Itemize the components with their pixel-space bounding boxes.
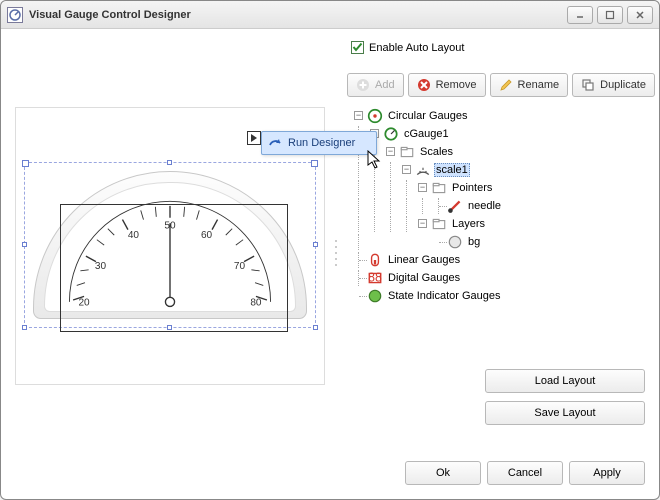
app-icon: [7, 7, 23, 23]
auto-layout-row[interactable]: Enable Auto Layout: [351, 41, 645, 54]
folder-icon: [431, 180, 447, 196]
plus-icon: [356, 78, 370, 92]
cancel-button[interactable]: Cancel: [487, 461, 563, 485]
folder-icon: [431, 216, 447, 232]
tree-digital[interactable]: 88 Digital Gauges: [351, 269, 645, 287]
scale-icon: [415, 162, 431, 178]
close-button[interactable]: [627, 6, 653, 24]
digital-gauge-icon: 88: [367, 270, 383, 286]
rename-button[interactable]: Rename: [490, 73, 569, 97]
layer-icon: [447, 234, 463, 250]
tree-scale1[interactable]: − scale1: [351, 161, 645, 179]
state-indicator-icon: [367, 288, 383, 304]
gauge-tree[interactable]: − Circular Gauges − cGauge1 − Scales: [351, 107, 645, 335]
auto-layout-label: Enable Auto Layout: [369, 42, 464, 54]
tree-pointers[interactable]: − Pointers: [351, 179, 645, 197]
scale-selection-rect[interactable]: [60, 204, 288, 332]
svg-text:88: 88: [368, 270, 382, 284]
duplicate-button[interactable]: Duplicate: [572, 73, 655, 97]
auto-layout-checkbox[interactable]: [351, 41, 364, 54]
tree-root-circular[interactable]: − Circular Gauges: [351, 107, 645, 125]
ok-button[interactable]: Ok: [405, 461, 481, 485]
linear-gauge-icon: [367, 252, 383, 268]
tree-scales[interactable]: − Scales: [351, 143, 645, 161]
designer-window: Visual Gauge Control Designer Enable Aut…: [0, 0, 660, 500]
save-layout-button[interactable]: Save Layout: [485, 401, 645, 425]
tree-scale1-label: scale1: [434, 163, 470, 177]
tree-linear[interactable]: Linear Gauges: [351, 251, 645, 269]
needle-icon: [447, 198, 463, 214]
apply-button[interactable]: Apply: [569, 461, 645, 485]
maximize-button[interactable]: [597, 6, 623, 24]
tree-layers[interactable]: − Layers: [351, 215, 645, 233]
gauge-node-icon: [383, 126, 399, 142]
tree-state-indicator[interactable]: State Indicator Gauges: [351, 287, 645, 305]
smart-tag-menu: Run Designer: [261, 131, 377, 155]
load-layout-button[interactable]: Load Layout: [485, 369, 645, 393]
window-title: Visual Gauge Control Designer: [29, 9, 567, 21]
tree-needle[interactable]: needle: [351, 197, 645, 215]
toolbar: Add Remove Rename Duplicate: [347, 73, 645, 101]
titlebar: Visual Gauge Control Designer: [1, 1, 659, 29]
run-designer-item[interactable]: Run Designer: [288, 137, 355, 149]
duplicate-icon: [581, 78, 595, 92]
minimize-button[interactable]: [567, 6, 593, 24]
add-button: Add: [347, 73, 404, 97]
smart-tag-glyph[interactable]: [247, 131, 261, 145]
remove-button[interactable]: Remove: [408, 73, 486, 97]
run-designer-icon: [268, 135, 282, 152]
remove-icon: [417, 78, 431, 92]
tree-bg[interactable]: bg: [351, 233, 645, 251]
circular-gauge-icon: [367, 108, 383, 124]
pencil-icon: [499, 78, 513, 92]
tree-cgauge1[interactable]: − cGauge1: [351, 125, 645, 143]
splitter-grip[interactable]: [333, 239, 339, 267]
folder-icon: [399, 144, 415, 160]
